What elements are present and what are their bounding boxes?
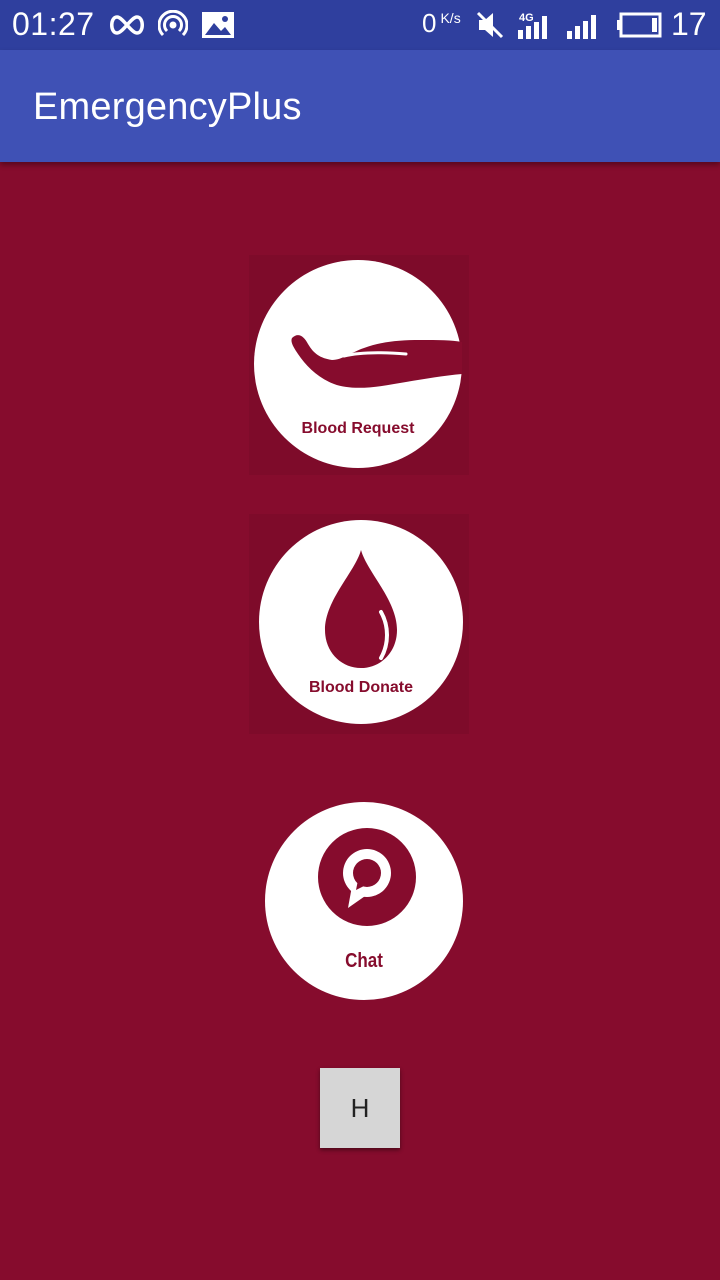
image-icon xyxy=(201,9,235,41)
mute-icon xyxy=(476,9,504,41)
blood-drop-icon xyxy=(325,550,397,668)
app-title: EmergencyPlus xyxy=(33,86,302,128)
chat-button[interactable]: Chat xyxy=(265,802,463,1000)
blood-donate-button[interactable]: Blood Donate xyxy=(249,514,469,734)
blood-request-button[interactable]: Blood Request xyxy=(249,255,469,475)
main-content: Blood Request Blood Donate Chat H xyxy=(0,162,720,1280)
signal-icon xyxy=(566,9,602,41)
blood-donate-circle: Blood Donate xyxy=(259,520,463,724)
status-bar: 01:27 0 K/s 4G 17 xyxy=(0,0,720,50)
infinity-icon xyxy=(106,9,148,41)
network-4g-icon: 4G xyxy=(516,9,554,41)
h-button[interactable]: H xyxy=(320,1068,400,1148)
battery-level: 17 xyxy=(671,6,707,42)
hotspot-icon xyxy=(158,9,188,41)
app-bar: EmergencyPlus xyxy=(0,50,720,162)
blood-donate-label: Blood Donate xyxy=(309,679,413,696)
hand-icon xyxy=(291,335,462,388)
network-speed-value: 0 xyxy=(422,8,437,38)
network-speed-unit: K/s xyxy=(440,10,461,26)
status-time: 01:27 xyxy=(12,6,95,42)
network-4g-label: 4G xyxy=(519,12,534,24)
battery-icon xyxy=(616,9,662,41)
chat-bubble-icon xyxy=(318,828,416,926)
blood-request-circle: Blood Request xyxy=(254,260,462,468)
chat-label: Chat xyxy=(345,950,383,972)
blood-request-label: Blood Request xyxy=(301,420,415,437)
network-speed: 0 K/s xyxy=(422,8,461,39)
